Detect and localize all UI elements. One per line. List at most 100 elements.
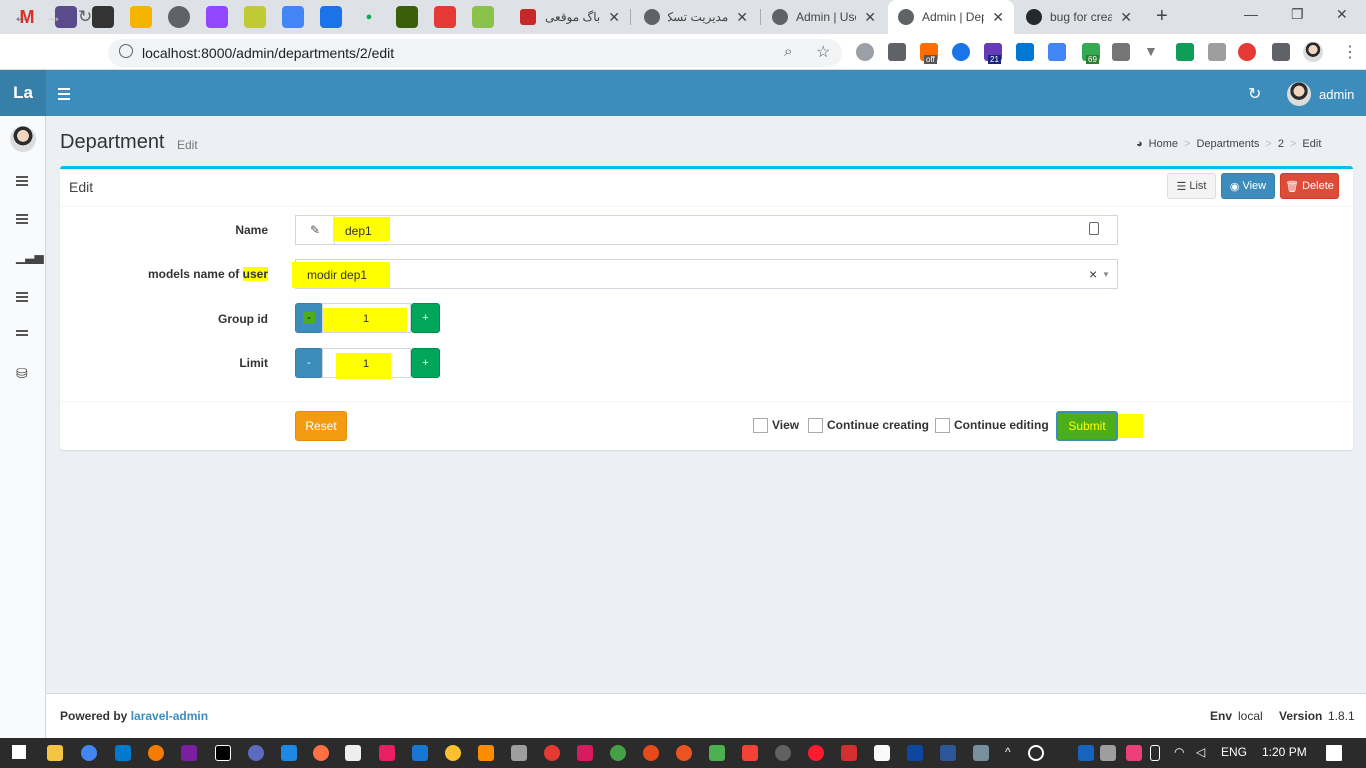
taskbar-app-icon[interactable] xyxy=(973,745,989,761)
tray-icon[interactable] xyxy=(1100,745,1116,761)
site-info-icon[interactable] xyxy=(119,44,133,58)
browser-tab[interactable]: Admin | Use ✕ xyxy=(762,0,886,34)
chevron-down-icon[interactable]: ▼ xyxy=(1102,270,1110,279)
tab-close-icon[interactable]: ✕ xyxy=(992,9,1004,26)
taskbar-app-icon[interactable] xyxy=(248,745,264,761)
language-indicator[interactable]: ENG xyxy=(1221,745,1247,759)
mongodb-icon[interactable]: ● xyxy=(358,6,380,28)
twitch-icon[interactable] xyxy=(206,6,228,28)
browser-tab-active[interactable]: Admin | Dep ✕ xyxy=(888,0,1014,34)
submit-button[interactable]: Submit xyxy=(1056,411,1118,441)
taskbar-app-icon-active[interactable] xyxy=(345,745,361,761)
minimize-icon[interactable]: — xyxy=(1244,6,1258,22)
url-text[interactable]: localhost:8000/admin/departments/2/edit xyxy=(142,45,394,61)
refresh-icon[interactable]: ↻ xyxy=(1248,84,1261,104)
pinned-tab-icon[interactable] xyxy=(396,6,418,28)
firefox-icon[interactable] xyxy=(313,745,329,761)
continue-creating-label[interactable]: Continue creating xyxy=(827,418,929,432)
limit-increment-button[interactable]: + xyxy=(411,348,440,378)
browser-menu-icon[interactable]: ⋮ xyxy=(1342,42,1358,62)
search-icon[interactable] xyxy=(148,745,164,761)
battery-icon[interactable] xyxy=(1150,745,1160,761)
taskbar-app-icon[interactable] xyxy=(907,745,923,761)
vue-devtools-icon[interactable]: ▼ xyxy=(1144,43,1162,61)
laravel-admin-link[interactable]: laravel-admin xyxy=(131,709,208,723)
volume-icon[interactable]: ◁ xyxy=(1196,745,1212,761)
taskbar-app-icon[interactable] xyxy=(841,745,857,761)
breadcrumb-departments[interactable]: Departments xyxy=(1196,138,1259,150)
taskbar-app-icon[interactable] xyxy=(181,745,197,761)
sidebar-item-menu-icon[interactable] xyxy=(16,292,28,304)
opera-icon[interactable] xyxy=(808,745,824,761)
taskbar-app-icon[interactable] xyxy=(610,745,626,761)
ubuntu-icon[interactable] xyxy=(676,745,692,761)
vscode-icon[interactable] xyxy=(115,745,131,761)
extension-icon[interactable] xyxy=(952,43,970,61)
tab-close-icon[interactable]: ✕ xyxy=(608,9,620,26)
sidebar-item-menu-icon[interactable] xyxy=(16,214,28,226)
browser-tab[interactable]: مدیریت تسک ✕ xyxy=(634,0,758,34)
limit-decrement-button[interactable]: - xyxy=(295,348,323,378)
taskbar-app-icon[interactable] xyxy=(742,745,758,761)
server-icon[interactable] xyxy=(16,330,28,338)
list-button[interactable]: ☰ List xyxy=(1167,173,1216,199)
tray-icon[interactable] xyxy=(1028,745,1044,761)
chrome-icon[interactable] xyxy=(81,745,97,761)
delete-button[interactable]: 🗑 Delete xyxy=(1280,173,1339,199)
back-icon[interactable]: ← xyxy=(13,7,30,27)
breadcrumb-home[interactable]: Home xyxy=(1149,138,1178,150)
view-checkbox[interactable] xyxy=(753,418,768,433)
taskbar-app-icon[interactable] xyxy=(775,745,791,761)
forward-icon[interactable]: → xyxy=(45,7,62,27)
taskbar-app-icon[interactable] xyxy=(511,745,527,761)
docs-icon[interactable] xyxy=(282,6,304,28)
tab-close-icon[interactable]: ✕ xyxy=(736,9,748,26)
bar-chart-icon[interactable]: ▁▃▅ xyxy=(16,250,44,264)
taskbar-app-icon[interactable] xyxy=(281,745,297,761)
tray-chevron-icon[interactable]: ^ xyxy=(1005,745,1021,761)
tab-close-icon[interactable]: ✕ xyxy=(1120,9,1132,26)
new-tab-button[interactable]: + xyxy=(1156,5,1168,28)
zoom-icon[interactable]: ⌕ xyxy=(784,43,792,60)
extension-icon[interactable] xyxy=(1112,43,1130,61)
restore-icon[interactable]: ❐ xyxy=(1291,6,1304,23)
continue-creating-checkbox[interactable] xyxy=(808,418,823,433)
tray-icon[interactable] xyxy=(1126,745,1142,761)
pinned-tab-icon[interactable] xyxy=(130,6,152,28)
continue-editing-checkbox[interactable] xyxy=(935,418,950,433)
taskbar-app-icon[interactable] xyxy=(709,745,725,761)
user-name[interactable]: admin xyxy=(1319,87,1354,102)
pinned-tab-icon[interactable] xyxy=(434,6,456,28)
pinned-tab-icon[interactable] xyxy=(92,6,114,28)
bluetooth-icon[interactable] xyxy=(1078,745,1094,761)
database-icon[interactable]: ⛁ xyxy=(16,365,28,382)
taskbar-app-icon[interactable] xyxy=(643,745,659,761)
breadcrumb-id[interactable]: 2 xyxy=(1278,138,1284,150)
sidebar-toggle-icon[interactable] xyxy=(58,88,70,103)
globe-icon[interactable] xyxy=(168,6,190,28)
phpstorm-icon[interactable] xyxy=(215,745,231,761)
group-id-decrement-button[interactable]: - xyxy=(295,303,323,333)
extension-icon[interactable] xyxy=(1208,43,1226,61)
select-clear-icon[interactable]: × xyxy=(1089,266,1097,282)
taskbar-clock[interactable]: 1:20 PM xyxy=(1262,745,1307,759)
browser-tab[interactable]: bug for crea ✕ xyxy=(1016,0,1142,34)
app-logo[interactable]: La xyxy=(0,70,46,116)
pinned-tab-icon[interactable] xyxy=(472,6,494,28)
user-avatar[interactable] xyxy=(1287,82,1311,106)
slack-icon[interactable] xyxy=(379,745,395,761)
bookmark-star-icon[interactable]: ☆ xyxy=(816,42,830,62)
extension-icon[interactable] xyxy=(888,43,906,61)
xampp-icon[interactable] xyxy=(478,745,494,761)
notification-icon[interactable] xyxy=(1326,745,1342,761)
profile-avatar[interactable] xyxy=(1303,42,1323,62)
extension-icon[interactable] xyxy=(856,43,874,61)
file-explorer-icon[interactable] xyxy=(47,745,63,761)
tab-close-icon[interactable]: ✕ xyxy=(864,9,876,26)
taskbar-app-icon[interactable] xyxy=(544,745,560,761)
windows-start-icon[interactable] xyxy=(12,745,26,759)
bootstrap-icon[interactable] xyxy=(320,6,342,28)
extension-icon[interactable] xyxy=(1048,43,1066,61)
reload-icon[interactable]: ↻ xyxy=(78,7,92,27)
extension-icon[interactable] xyxy=(1238,43,1256,61)
